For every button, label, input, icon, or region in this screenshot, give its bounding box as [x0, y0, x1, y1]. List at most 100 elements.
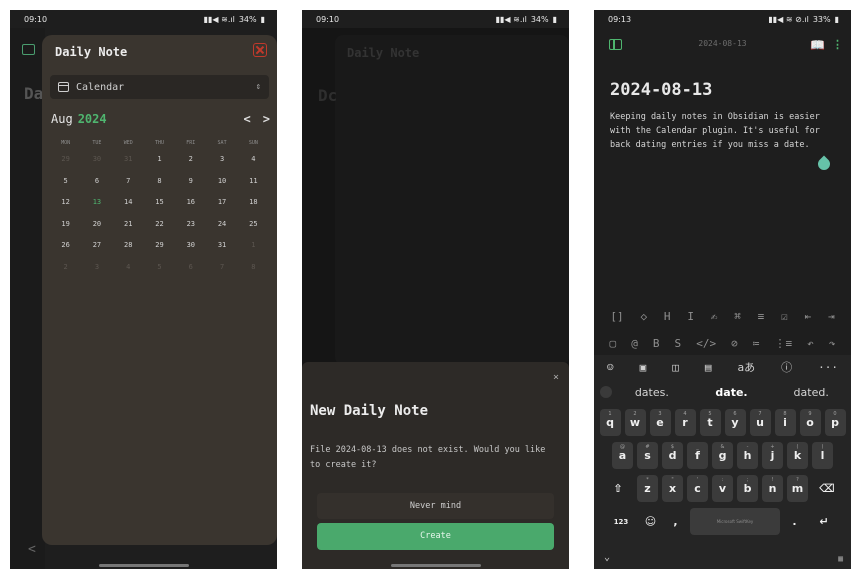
create-button[interactable]: Create	[317, 523, 554, 550]
format-tool-icon[interactable]: I	[687, 310, 694, 323]
key-q[interactable]: 1q	[599, 409, 621, 436]
key-t[interactable]: 5t	[699, 409, 721, 436]
format-tool-icon[interactable]: S	[675, 337, 682, 350]
calendar-day[interactable]: 1	[144, 149, 175, 171]
key-x[interactable]: " x	[662, 475, 683, 502]
back-chevron-icon[interactable]: <	[28, 542, 36, 557]
format-tool-icon[interactable]: ↷	[829, 337, 836, 350]
calendar-day[interactable]: 7	[113, 171, 144, 193]
suggestion-1[interactable]: dates.	[612, 386, 692, 399]
key-r[interactable]: 4r	[674, 409, 696, 436]
dialog-close-icon[interactable]: ×	[553, 372, 559, 383]
calendar-day[interactable]: 30	[175, 235, 206, 257]
key-y[interactable]: 6y	[724, 409, 746, 436]
calendar-day[interactable]: 29	[144, 235, 175, 257]
calendar-day[interactable]: 5	[144, 257, 175, 279]
key-v[interactable]: :v	[712, 475, 733, 502]
calendar-day[interactable]: 10	[206, 171, 237, 193]
calendar-day[interactable]: 5	[50, 171, 81, 193]
key-p[interactable]: 0p	[824, 409, 846, 436]
key-g[interactable]: & g	[712, 442, 733, 469]
format-tool-icon[interactable]: ≡	[758, 310, 765, 323]
format-tool-icon[interactable]: []	[610, 310, 623, 323]
suggestion-expand-icon[interactable]	[600, 386, 612, 398]
calendar-day[interactable]: 29	[50, 149, 81, 171]
calendar-day[interactable]: 3	[81, 257, 112, 279]
format-tool-icon[interactable]: H	[664, 310, 671, 323]
key-c[interactable]: ' c	[687, 475, 708, 502]
key-z[interactable]: * z	[637, 475, 658, 502]
backspace-key[interactable]: ⌫	[812, 475, 842, 502]
key-u[interactable]: 7u	[749, 409, 771, 436]
calendar-day[interactable]: 19	[50, 214, 81, 236]
format-tool-icon[interactable]: B	[653, 337, 660, 350]
format-tool-icon[interactable]: ⌘	[734, 310, 741, 323]
more-options-icon[interactable]: ⋮	[832, 38, 843, 51]
prev-month-button[interactable]: <	[244, 112, 251, 126]
calendar-day[interactable]: 18	[238, 192, 269, 214]
shift-key[interactable]: ⇧	[603, 475, 633, 502]
enter-key[interactable]: ↵	[809, 508, 839, 535]
keyboard-tool-icon[interactable]: ◫	[672, 361, 679, 374]
keyboard-tool-icon[interactable]: ···	[818, 361, 838, 374]
keyboard-tool-icon[interactable]: ☺	[607, 361, 614, 374]
calendar-day[interactable]: 30	[81, 149, 112, 171]
key-e[interactable]: 3e	[649, 409, 671, 436]
calendar-day[interactable]: 9	[175, 171, 206, 193]
keyboard-tool-icon[interactable]: aあ	[738, 359, 756, 375]
calendar-day[interactable]: 2	[175, 149, 206, 171]
calendar-day[interactable]: 22	[144, 214, 175, 236]
suggestion-2[interactable]: date.	[692, 386, 772, 399]
calendar-day[interactable]: 15	[144, 192, 175, 214]
key-a[interactable]: @ a	[612, 442, 633, 469]
calendar-day[interactable]: 6	[175, 257, 206, 279]
key-w[interactable]: 2w	[624, 409, 646, 436]
reading-view-icon[interactable]: 📖	[810, 38, 825, 52]
calendar-day[interactable]: 20	[81, 214, 112, 236]
view-select[interactable]: Calendar ⇕	[50, 75, 269, 99]
never-mind-button[interactable]: Never mind	[317, 493, 554, 519]
key-s[interactable]: # s	[637, 442, 658, 469]
key-k[interactable]: (k	[787, 442, 808, 469]
keyboard-tool-icon[interactable]: ▤	[705, 361, 712, 374]
format-tool-icon[interactable]: ▢	[610, 337, 617, 350]
calendar-day[interactable]: 26	[50, 235, 81, 257]
keyboard-grid-icon[interactable]: ▦	[838, 554, 843, 563]
calendar-day[interactable]: 14	[113, 192, 144, 214]
key-l[interactable]: ) l	[812, 442, 833, 469]
comma-key[interactable]: ,	[665, 508, 686, 535]
format-tool-icon[interactable]: @	[631, 337, 638, 350]
text-cursor-handle[interactable]	[815, 155, 833, 173]
calendar-day[interactable]: 28	[113, 235, 144, 257]
note-body-text[interactable]: Keeping daily notes in Obsidian is easie…	[610, 110, 840, 152]
key-f[interactable]: _ f	[687, 442, 708, 469]
format-tool-icon[interactable]: ⋮≡	[774, 337, 792, 350]
calendar-day[interactable]: 2	[50, 257, 81, 279]
keyboard-tool-icon[interactable]: ▣	[640, 361, 647, 374]
calendar-day[interactable]: 7	[206, 257, 237, 279]
calendar-day-today[interactable]: 13	[81, 192, 112, 214]
calendar-day[interactable]: 31	[113, 149, 144, 171]
calendar-day[interactable]: 11	[238, 171, 269, 193]
calendar-day[interactable]: 8	[238, 257, 269, 279]
note-heading[interactable]: 2024-08-13	[610, 80, 712, 100]
collapse-keyboard-icon[interactable]: ⌄	[604, 552, 610, 563]
calendar-day[interactable]: 4	[113, 257, 144, 279]
calendar-day[interactable]: 27	[81, 235, 112, 257]
key-b[interactable]: ; b	[737, 475, 758, 502]
format-tool-icon[interactable]: ⇥	[828, 310, 835, 323]
calendar-day[interactable]: 6	[81, 171, 112, 193]
numbers-key[interactable]: 123	[606, 508, 636, 535]
sidebar-toggle-icon[interactable]	[22, 44, 35, 55]
calendar-day[interactable]: 23	[175, 214, 206, 236]
format-tool-icon[interactable]: ↶	[807, 337, 814, 350]
key-n[interactable]: ! n	[762, 475, 783, 502]
format-tool-icon[interactable]: ≔	[753, 337, 760, 350]
keyboard-tool-icon[interactable]: ⓘ	[781, 359, 792, 375]
emoji-key[interactable]: ☺	[640, 508, 661, 535]
key-j[interactable]: + j	[762, 442, 783, 469]
suggestion-3[interactable]: dated.	[771, 386, 851, 399]
calendar-day[interactable]: 25	[238, 214, 269, 236]
format-tool-icon[interactable]: ⇤	[805, 310, 812, 323]
key-d[interactable]: $ d	[662, 442, 683, 469]
